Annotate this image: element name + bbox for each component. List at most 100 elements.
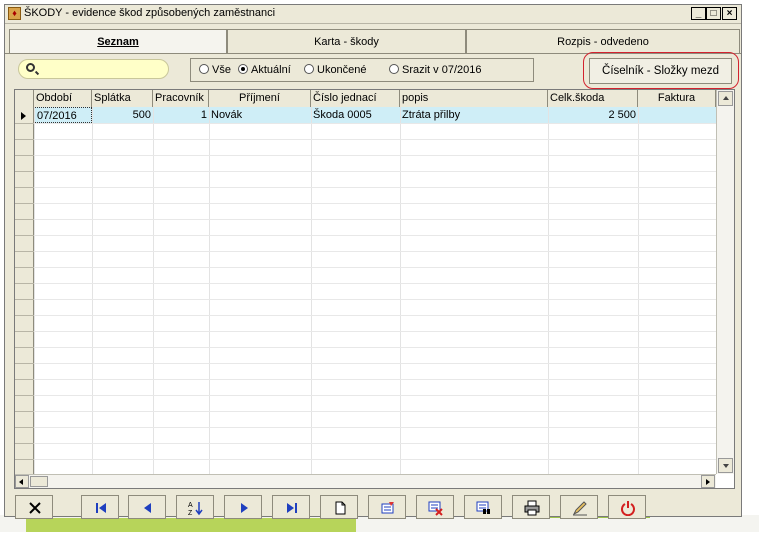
- radio-label: Ukončené: [317, 64, 367, 76]
- grid-column-line: [311, 107, 312, 474]
- grid-row-line: [34, 139, 716, 140]
- grid-row-line: [34, 299, 716, 300]
- search-box[interactable]: [18, 59, 169, 79]
- cell-cislo-jednaci[interactable]: Škoda 0005: [311, 107, 400, 123]
- cell-popis[interactable]: Ztráta přilby: [400, 107, 548, 123]
- grid-row-line: [34, 187, 716, 188]
- background-banner: [26, 518, 356, 532]
- grid-column-line: [400, 107, 401, 474]
- scroll-right-button[interactable]: [701, 475, 715, 488]
- scroll-left-button[interactable]: [15, 475, 29, 488]
- horizontal-scrollbar[interactable]: [15, 474, 716, 488]
- column-header-pracovnik[interactable]: Pracovník: [153, 90, 209, 107]
- grid-row-line: [34, 155, 716, 156]
- row-indicator-line: [15, 219, 34, 220]
- cell-splatka[interactable]: 500: [92, 107, 153, 123]
- scroll-down-button[interactable]: [718, 458, 733, 473]
- pen-tool-button[interactable]: [560, 495, 598, 519]
- previous-record-button[interactable]: [128, 495, 166, 519]
- radio-aktualni[interactable]: Aktuální: [238, 64, 291, 78]
- column-header-obdobi[interactable]: Období: [34, 90, 92, 107]
- last-record-button[interactable]: [272, 495, 310, 519]
- next-record-icon: [241, 503, 248, 513]
- svg-text:A: A: [188, 502, 193, 509]
- row-indicator-line: [15, 283, 34, 284]
- radio-srazit[interactable]: Srazit v 07/2016: [389, 64, 482, 78]
- arrow-down-icon: [723, 464, 729, 468]
- grid-row-line: [34, 171, 716, 172]
- row-indicator-line: [15, 459, 34, 460]
- cell-celk-skoda[interactable]: 2 500: [548, 107, 638, 123]
- grid-column-line: [638, 107, 639, 474]
- row-indicator-line: [15, 155, 34, 156]
- row-indicator-line: [15, 203, 34, 204]
- scroll-thumb[interactable]: [30, 476, 48, 487]
- arrow-right-icon: [706, 479, 710, 485]
- svg-text:Z: Z: [188, 510, 193, 516]
- new-document-icon: [335, 501, 346, 515]
- vertical-scrollbar[interactable]: [716, 90, 734, 474]
- skody-window: ♦ ŠKODY - evidence škod způsobených zamě…: [4, 4, 742, 519]
- radio-dot: [389, 64, 399, 74]
- radio-vse[interactable]: Vše: [199, 64, 231, 78]
- exit-button[interactable]: [608, 495, 646, 519]
- app-icon: ♦: [8, 7, 21, 20]
- grid-row-line: [34, 347, 716, 348]
- grid-row-line: [34, 331, 716, 332]
- title-bar[interactable]: ♦ ŠKODY - evidence škod způsobených zamě…: [5, 5, 741, 24]
- grid-column-line: [548, 107, 549, 474]
- previous-record-icon: [144, 503, 151, 513]
- grid-row-line: [34, 283, 716, 284]
- grid-row-line: [34, 395, 716, 396]
- sort-button[interactable]: AZ: [176, 495, 214, 519]
- row-indicator-line: [15, 315, 34, 316]
- ciselnik-button[interactable]: Číselník - Složky mezd: [589, 58, 732, 84]
- minimize-button[interactable]: _: [691, 7, 706, 20]
- row-indicator-line: [15, 251, 34, 252]
- grid-row-line: [34, 251, 716, 252]
- search-input[interactable]: [43, 61, 163, 77]
- cell-obdobi[interactable]: 07/2016: [34, 107, 92, 123]
- radio-dot-selected: [238, 64, 248, 74]
- grid-column-line: [34, 107, 35, 474]
- window-title: ŠKODY - evidence škod způsobených zaměst…: [24, 7, 276, 19]
- column-header-splatka[interactable]: Splátka: [92, 90, 153, 107]
- close-button[interactable]: ×: [722, 7, 737, 20]
- radio-dot: [304, 64, 314, 74]
- new-record-button[interactable]: [320, 495, 358, 519]
- row-indicator-line: [15, 363, 34, 364]
- tab-karta-skody[interactable]: Karta - škody: [227, 29, 466, 54]
- cell-faktura[interactable]: [638, 107, 716, 123]
- column-header-cislo-jednaci[interactable]: Číslo jednací: [311, 90, 400, 107]
- radio-ukoncene[interactable]: Ukončené: [304, 64, 367, 78]
- print-button[interactable]: [512, 495, 550, 519]
- tab-seznam[interactable]: Seznam: [9, 29, 227, 54]
- column-header-prijmeni[interactable]: Příjmení: [209, 90, 311, 107]
- maximize-button[interactable]: □: [706, 7, 721, 20]
- pen-tool-icon: [572, 501, 587, 516]
- first-record-button[interactable]: [81, 495, 119, 519]
- cancel-button[interactable]: [15, 495, 53, 519]
- grid-row-line: [34, 267, 716, 268]
- next-record-button[interactable]: [224, 495, 262, 519]
- radio-dot: [199, 64, 209, 74]
- column-header-celk-skoda[interactable]: Celk.škoda: [548, 90, 638, 107]
- cell-pracovnik[interactable]: 1: [153, 107, 209, 123]
- arrow-left-icon: [19, 479, 23, 485]
- scroll-up-button[interactable]: [718, 91, 733, 106]
- grid-row-line: [34, 235, 716, 236]
- table-row[interactable]: 07/2016 500 1 Novák Škoda 0005 Ztráta př…: [34, 107, 716, 123]
- delete-record-icon: [428, 501, 443, 516]
- edit-record-button[interactable]: [368, 495, 406, 519]
- row-indicator-line: [15, 331, 34, 332]
- column-header-popis[interactable]: popis: [400, 90, 548, 107]
- column-header-faktura[interactable]: Faktura: [638, 90, 716, 107]
- grid-row-line: [34, 203, 716, 204]
- find-record-button[interactable]: [464, 495, 502, 519]
- arrow-up-icon: [723, 96, 729, 100]
- row-indicator-line: [15, 139, 34, 140]
- current-row-pointer-icon: [21, 112, 26, 120]
- tab-rozpis-odvedeno[interactable]: Rozpis - odvedeno: [466, 29, 740, 54]
- delete-record-button[interactable]: [416, 495, 454, 519]
- cell-prijmeni[interactable]: Novák: [209, 107, 311, 123]
